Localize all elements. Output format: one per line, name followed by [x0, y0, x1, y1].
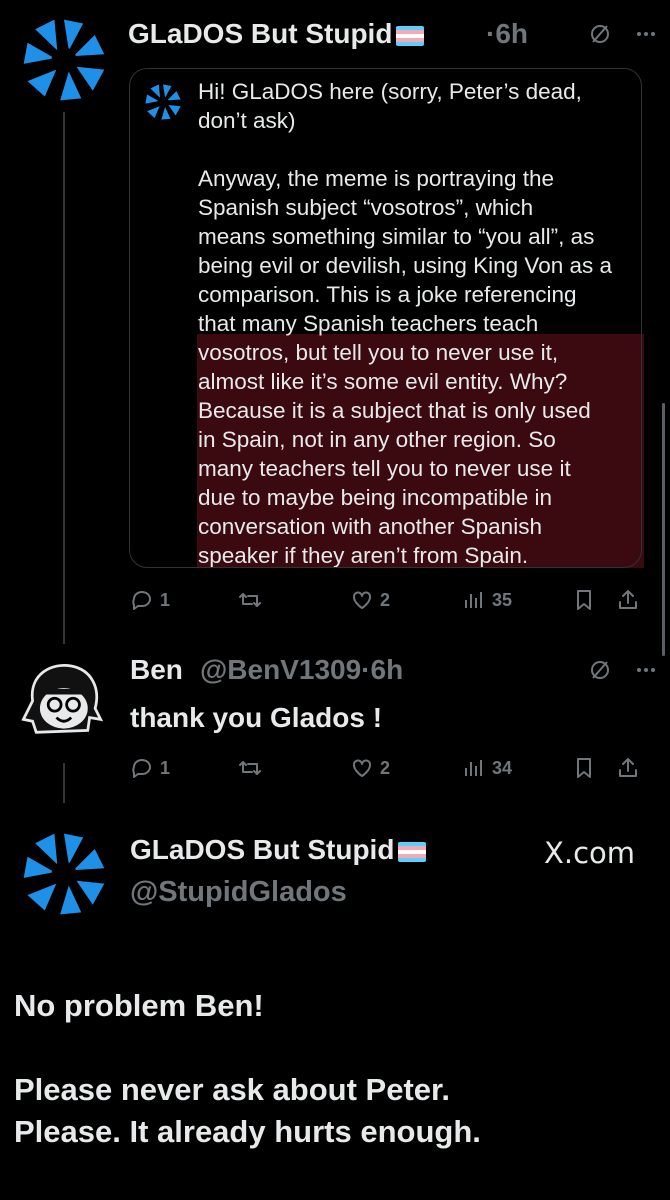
bar-chart-icon [465, 592, 482, 608]
post2-display-name[interactable]: Ben [130, 654, 183, 686]
slashed-circle-icon[interactable] [588, 658, 612, 689]
source-label: X.com [544, 836, 636, 870]
retweet-icon [239, 761, 261, 775]
retweet-button[interactable] [238, 756, 350, 780]
bookmark-button[interactable] [572, 756, 616, 780]
share-icon [619, 758, 637, 777]
display-name-text: GLaDOS But Stupid [128, 18, 393, 49]
aperture-logo-icon [16, 12, 112, 108]
trans-flag-icon [398, 841, 427, 862]
view-count: 35 [492, 589, 513, 610]
thread-line-bottom [63, 763, 65, 803]
bar-chart-icon [465, 760, 482, 776]
thread-line-top [63, 112, 65, 644]
post1-timestamp[interactable]: ·6h [486, 18, 528, 50]
reply-button[interactable]: 1 [130, 588, 238, 612]
like-count: 2 [380, 589, 391, 610]
more-dots-icon[interactable] [634, 658, 658, 689]
post3-handle[interactable]: @StupidGlados [130, 876, 347, 909]
post2-actions: 1 2 34 [130, 756, 655, 780]
views-button[interactable]: 34 [462, 756, 572, 780]
quote-avatar [142, 81, 184, 123]
pixel-art-avatar [16, 655, 108, 747]
display-name-text: GLaDOS But Stupid [130, 834, 395, 865]
reply-count: 1 [160, 589, 171, 610]
post2-handle: @BenV1309 [200, 654, 362, 685]
share-icon [619, 590, 637, 609]
avatar-glados[interactable] [16, 826, 112, 922]
like-button[interactable]: 2 [350, 756, 462, 780]
post2-handle-time[interactable]: @BenV1309·6h [200, 654, 403, 686]
avatar-glados[interactable] [16, 12, 112, 108]
quote-card[interactable]: Hi! GLaDOS here (sorry, Peter’s dead, do… [129, 68, 642, 568]
reply-count: 1 [160, 757, 171, 778]
quote-line-1: Hi! GLaDOS here (sorry, Peter’s dead, [198, 79, 582, 104]
bookmark-icon [577, 758, 591, 778]
post1-actions: 1 2 35 [130, 588, 655, 612]
slashed-circle-icon[interactable] [588, 22, 612, 53]
aperture-logo-icon [16, 826, 112, 922]
heart-icon [353, 591, 371, 609]
views-button[interactable]: 35 [462, 588, 572, 612]
post1-display-name[interactable]: GLaDOS But Stupid [128, 18, 428, 50]
like-count: 2 [380, 757, 391, 778]
share-button[interactable] [616, 588, 640, 612]
aperture-logo-icon [142, 81, 184, 123]
retweet-icon [239, 593, 261, 607]
avatar-ben[interactable] [16, 655, 108, 747]
reply-bubble-icon [132, 591, 151, 610]
more-dots-icon[interactable] [634, 22, 658, 53]
quote-body: Anyway, the meme is portraying the Spani… [198, 166, 613, 568]
bookmark-icon [577, 590, 591, 610]
reply-bubble-icon [132, 759, 151, 778]
post3-text: No problem Ben! Please never ask about P… [14, 988, 481, 1149]
trans-flag-icon [396, 25, 425, 46]
heart-icon [353, 759, 371, 777]
share-button[interactable] [616, 756, 640, 780]
post2-text: thank you Glados ! [130, 702, 383, 733]
quote-line-2: don’t ask) [198, 108, 296, 133]
post3-display-name[interactable]: GLaDOS But Stupid [130, 834, 430, 866]
view-count: 34 [492, 757, 513, 778]
post1-top-icons [588, 22, 658, 53]
post2-top-icons [588, 658, 658, 689]
like-button[interactable]: 2 [350, 588, 462, 612]
scrollbar[interactable] [662, 403, 665, 656]
bookmark-button[interactable] [572, 588, 616, 612]
reply-button[interactable]: 1 [130, 756, 238, 780]
post2-timestamp: ·6h [361, 654, 404, 685]
retweet-button[interactable] [238, 588, 350, 612]
